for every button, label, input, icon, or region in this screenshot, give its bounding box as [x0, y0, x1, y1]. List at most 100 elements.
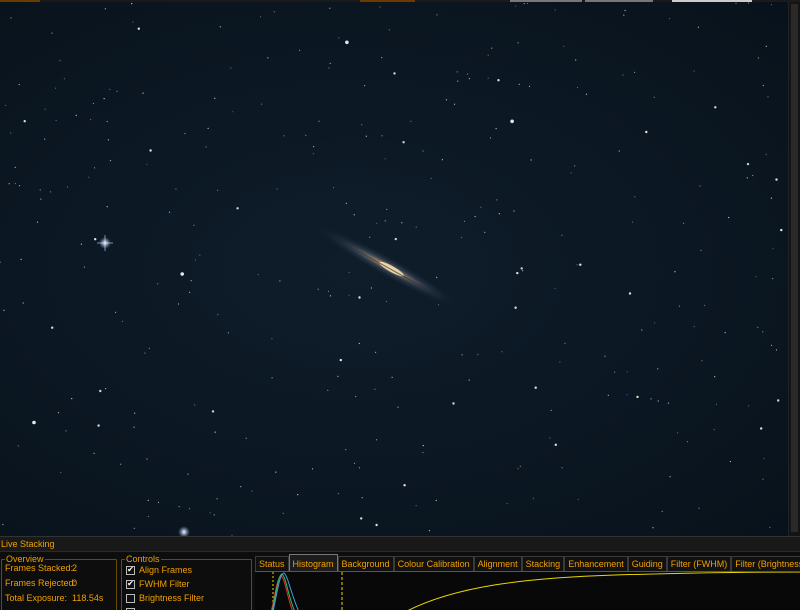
star — [10, 132, 12, 134]
star — [337, 375, 339, 377]
star — [775, 349, 778, 351]
star — [376, 222, 378, 224]
star — [489, 137, 492, 139]
star — [579, 263, 582, 266]
align-frames-label[interactable]: Align Frames — [139, 565, 192, 575]
star — [401, 222, 403, 224]
star — [106, 206, 108, 208]
star — [549, 437, 551, 439]
star — [133, 426, 135, 428]
histogram-chart[interactable] — [255, 572, 800, 610]
star — [728, 216, 730, 219]
star — [90, 119, 92, 121]
controls-legend: Controls — [125, 554, 161, 564]
star — [115, 311, 117, 313]
star — [661, 510, 663, 512]
star — [772, 248, 774, 250]
star — [746, 177, 748, 179]
extra-option[interactable] — [126, 606, 135, 610]
star — [514, 306, 517, 309]
brightness-filter-option[interactable]: Brightness Filter — [126, 592, 204, 604]
star — [157, 501, 160, 503]
star — [36, 221, 39, 223]
tab-filter-brightness[interactable]: Filter (Brightness) — [731, 556, 800, 572]
star — [214, 97, 216, 99]
star — [575, 59, 577, 61]
brightness-filter-checkbox[interactable] — [126, 593, 135, 603]
star — [55, 119, 57, 121]
star — [364, 85, 366, 87]
tab-background[interactable]: Background — [337, 556, 394, 572]
star — [501, 351, 503, 353]
star — [393, 72, 396, 75]
star — [770, 344, 773, 346]
star — [422, 150, 424, 152]
star — [345, 40, 349, 45]
fwhm-filter-label[interactable]: FWHM Filter — [139, 579, 190, 589]
star — [216, 498, 218, 500]
star — [496, 199, 498, 201]
tab-guiding[interactable]: Guiding — [627, 556, 667, 572]
star — [93, 167, 96, 169]
star — [348, 271, 350, 273]
vertical-scrollbar[interactable] — [788, 2, 800, 536]
image-viewport[interactable] — [0, 2, 788, 536]
star — [430, 177, 432, 179]
star — [631, 221, 634, 223]
star — [193, 224, 195, 226]
star — [327, 290, 330, 292]
tab-colour-calibration[interactable]: Colour Calibration — [393, 556, 474, 572]
fwhm-filter-checkbox[interactable]: ✔ — [126, 579, 135, 589]
star — [683, 222, 685, 224]
star — [276, 188, 278, 190]
star — [92, 102, 94, 105]
star — [645, 130, 648, 134]
tab-stacking[interactable]: Stacking — [521, 556, 565, 572]
star — [3, 309, 5, 311]
align-frames-option[interactable]: ✔ Align Frames — [126, 564, 192, 576]
star — [453, 103, 456, 105]
star — [178, 506, 180, 508]
star — [14, 166, 16, 168]
star — [147, 515, 149, 518]
star — [770, 197, 773, 199]
stacked-image — [0, 2, 783, 536]
star — [757, 326, 759, 328]
align-frames-checkbox[interactable]: ✔ — [126, 565, 135, 575]
tab-alignment[interactable]: Alignment — [473, 556, 522, 572]
tab-histogram[interactable]: Histogram — [288, 554, 338, 572]
tab-filter-fwhm[interactable]: Filter (FWHM) — [666, 556, 732, 572]
star — [607, 394, 609, 396]
total-exposure-value: 118.54s — [72, 593, 104, 603]
star — [358, 467, 361, 469]
star — [384, 220, 386, 222]
star — [765, 153, 767, 156]
star — [518, 83, 520, 85]
tab-enhancement[interactable]: Enhancement — [564, 556, 628, 572]
star — [32, 420, 36, 425]
histogram-panel[interactable] — [255, 571, 800, 610]
star — [370, 287, 372, 289]
star — [311, 468, 314, 470]
star — [515, 5, 517, 7]
star — [328, 67, 330, 69]
brightness-filter-label[interactable]: Brightness Filter — [139, 593, 204, 603]
star — [510, 119, 514, 124]
star — [422, 451, 424, 454]
star — [75, 114, 77, 116]
star — [693, 325, 695, 328]
star — [20, 258, 22, 260]
star — [519, 465, 521, 467]
star — [624, 9, 626, 12]
star — [498, 213, 500, 215]
scrollbar-thumb[interactable] — [791, 4, 798, 532]
star — [44, 108, 46, 110]
star — [477, 354, 479, 356]
fwhm-filter-option[interactable]: ✔ FWHM Filter — [126, 578, 190, 590]
star — [369, 236, 371, 238]
star — [299, 49, 301, 51]
star — [780, 228, 783, 232]
tab-status[interactable]: Status — [255, 556, 289, 572]
star — [51, 326, 54, 329]
star — [487, 77, 489, 79]
